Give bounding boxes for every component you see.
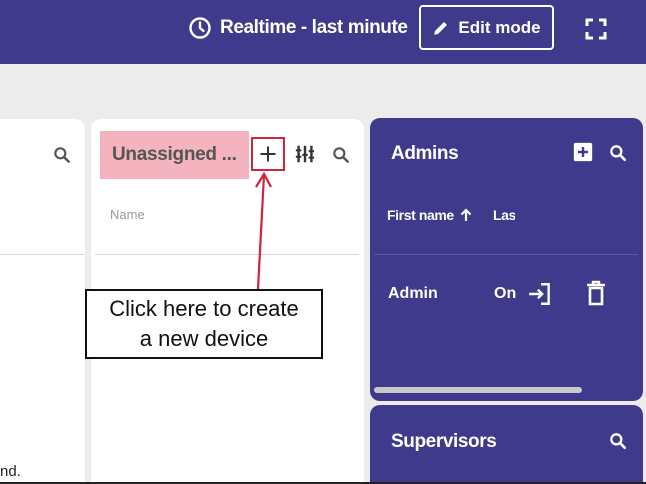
page: Realtime - last minute Edit mode nd. Una… <box>0 0 646 484</box>
annotation-callout: Click here to create a new device <box>85 289 323 359</box>
annotation-arrow <box>255 171 272 290</box>
